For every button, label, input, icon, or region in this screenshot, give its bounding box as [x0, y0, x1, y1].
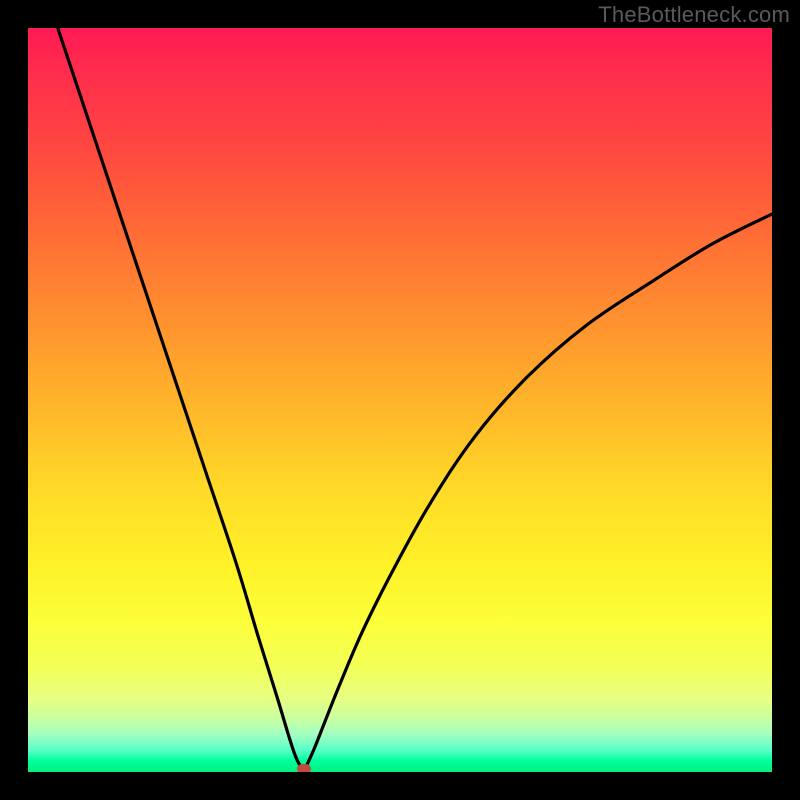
background-gradient — [28, 28, 772, 772]
watermark-label: TheBottleneck.com — [598, 2, 790, 28]
plot-area — [28, 28, 772, 772]
chart-frame: TheBottleneck.com — [0, 0, 800, 800]
marker-dot-icon — [297, 764, 311, 772]
